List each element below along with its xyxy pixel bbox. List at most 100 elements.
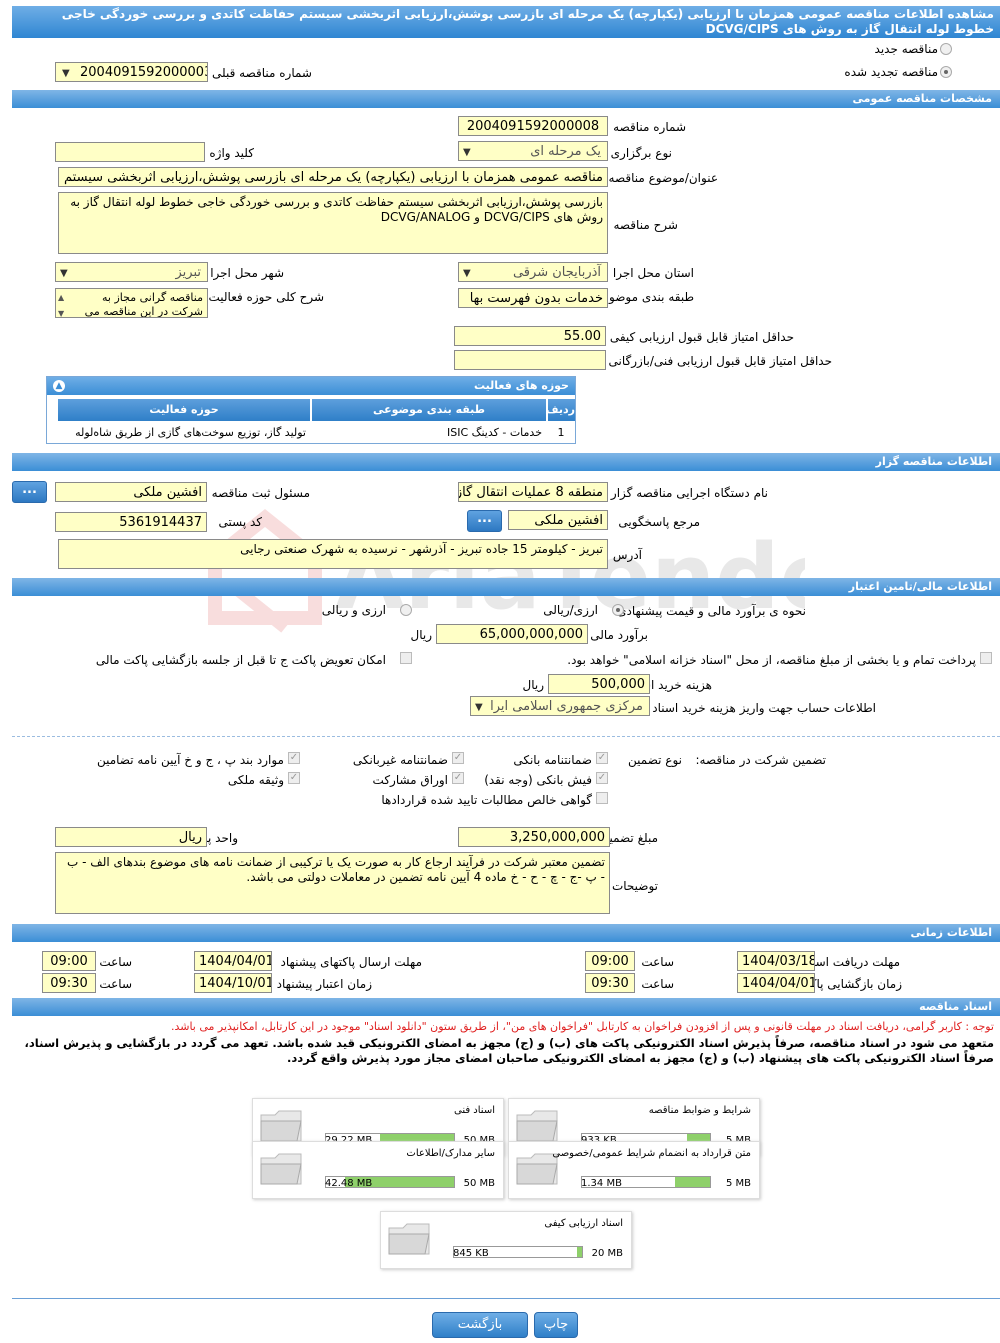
- min-tech-field[interactable]: [454, 350, 606, 370]
- activity-grid: حوزه های فعالیت ▲ ردیف طبقه بندی موضوعی …: [46, 376, 576, 444]
- finance-section-header: اطلاعات مالی/تامین اعتبار: [12, 578, 1000, 596]
- doc-fee-unit: ریال: [522, 678, 544, 692]
- province-label: استان محل اجرا: [612, 266, 694, 280]
- min-tech-label: حداقل امتیاز قابل قبول ارزیابی فنی/بازرگ…: [608, 354, 832, 368]
- guarantee-opt-claims-checkbox[interactable]: [596, 792, 608, 804]
- treasury-label: پرداخت تمام و یا بخشی از مبلغ مناقصه، از…: [567, 653, 976, 667]
- envelope-swap-label: امکان تعویض پاکت ج تا قبل از جلسه بازگشا…: [95, 653, 386, 667]
- account-select[interactable]: ▼ مرکزی جمهوری اسلامی ایرا: [470, 696, 650, 716]
- guarantee-opt-property-checkbox[interactable]: ✓: [288, 772, 300, 784]
- chevron-down-icon: ▼: [60, 268, 68, 279]
- open-time-field[interactable]: 09:30: [585, 973, 635, 993]
- scroll-down-icon[interactable]: ▼: [58, 307, 64, 317]
- chevron-down-icon: ▼: [475, 702, 483, 713]
- document-progress-fill: [577, 1247, 582, 1257]
- reference-field[interactable]: افشین ملکی: [508, 510, 608, 530]
- validity-date-field[interactable]: 1404/10/01: [194, 973, 272, 993]
- province-select[interactable]: ▼ آذربایجان شرقی: [458, 262, 608, 282]
- kind-label: نوع برگزاری: [610, 146, 672, 160]
- guarantee-opt-cash-checkbox[interactable]: ✓: [596, 772, 608, 784]
- tender-number-label: شماره مناقصه: [613, 120, 686, 134]
- back-button[interactable]: بازگشت: [432, 1312, 528, 1338]
- validity-time-field[interactable]: 09:30: [42, 973, 96, 993]
- send-date-field[interactable]: 1404/04/01: [194, 951, 272, 971]
- prev-number-select[interactable]: ▼ 2004091592000003: [55, 62, 208, 82]
- guarantee-opt-cash-label: فیش بانکی (وجه نقد): [484, 773, 592, 787]
- treasury-checkbox[interactable]: [980, 652, 992, 664]
- registrar-field[interactable]: افشین ملکی: [55, 482, 207, 502]
- document-card[interactable]: متن قرارداد به انضمام شرایط عمومی/خصوصی 5…: [508, 1141, 760, 1199]
- desc-field[interactable]: بازرسی پوشش،ارزیابی اثربخشی سیستم حفاظت …: [58, 192, 608, 254]
- reference-lookup-button[interactable]: ...: [467, 510, 502, 532]
- activity-desc-field[interactable]: مناقصه گرانی مجاز به شرکت در این مناقصه …: [55, 288, 208, 318]
- activity-desc-label: شرح کلی حوزه فعالیت: [208, 290, 325, 304]
- document-max-size: 20 MB: [591, 1248, 623, 1259]
- doc-receive-time-field[interactable]: 09:00: [585, 951, 635, 971]
- general-section-header: مشخصات مناقصه عمومی: [12, 90, 1000, 108]
- notes-label: توضیحات: [611, 879, 658, 893]
- guarantee-opt-bonds-checkbox[interactable]: ✓: [452, 772, 464, 784]
- renewed-tender-radio[interactable]: [940, 66, 952, 78]
- subject-label: عنوان/موضوع مناقصه: [608, 171, 718, 185]
- category-field[interactable]: خدمات بدون فهرست بها: [458, 288, 608, 308]
- account-label: اطلاعات حساب جهت واریز هزینه خرید اسناد: [652, 701, 876, 715]
- cell-category: خدمات - کدینگ ISIC: [446, 426, 542, 439]
- reference-label: مرجع پاسخگویی: [618, 515, 700, 529]
- document-title: اسناد ارزیابی کیفی: [544, 1218, 623, 1229]
- timing-section-header: اطلاعات زمانی: [12, 924, 1000, 942]
- registrar-lookup-button[interactable]: ...: [12, 481, 47, 503]
- chevron-down-icon: ▼: [62, 68, 70, 79]
- send-time-field[interactable]: 09:00: [42, 951, 96, 971]
- guarantee-opt-clause-checkbox[interactable]: ✓: [288, 752, 300, 764]
- tender-number-field[interactable]: 2004091592000008: [458, 116, 608, 136]
- col-activity: حوزه فعالیت: [57, 399, 310, 421]
- estimate-unit: ریال: [410, 628, 432, 642]
- folder-icon: [260, 1110, 302, 1142]
- guarantee-company-label: تضمین شرکت در مناقصه:: [695, 753, 826, 767]
- address-field[interactable]: تبریز - کیلومتر 15 جاده تبریز - آذرشهر -…: [58, 539, 608, 569]
- desc-label: شرح مناقصه: [613, 218, 678, 232]
- kind-select[interactable]: ▼ یک مرحله ای: [458, 141, 608, 161]
- org-field[interactable]: منطقه 8 عملیات انتقال گاز ایران: [458, 482, 608, 502]
- send-label: مهلت ارسال پاکتهای پیشنهاد: [280, 955, 422, 969]
- doc-receive-date-field[interactable]: 1404/03/18: [737, 951, 815, 971]
- guarantee-amount-field[interactable]: 3,250,000,000: [458, 827, 610, 847]
- guarantee-opt-nonbank-checkbox[interactable]: ✓: [452, 752, 464, 764]
- validity-label: زمان اعتبار پیشنهاد: [276, 977, 372, 991]
- postal-field[interactable]: 5361914437: [55, 512, 207, 532]
- min-quality-label: حداقل امتیاز قابل قبول ارزیابی کیفی: [609, 330, 794, 344]
- estimate-opt1-radio[interactable]: [612, 604, 624, 616]
- keyword-field[interactable]: [55, 142, 205, 162]
- estimate-method-label: نحوه ی برآورد مالی و قیمت پیشنهادی: [617, 604, 806, 618]
- document-card[interactable]: سایر مدارک/اطلاعات 50 MB 42.48 MB: [252, 1141, 504, 1199]
- chevron-down-icon: ▼: [463, 147, 471, 158]
- page-title: مشاهده اطلاعات مناقصه عمومی همزمان با ار…: [12, 6, 1000, 38]
- doc-fee-field[interactable]: 500,000: [548, 674, 650, 694]
- estimate-opt1-label: ارزی/ریالی: [543, 603, 598, 617]
- document-title: سایر مدارک/اطلاعات: [406, 1148, 495, 1159]
- keyword-label: کلید واژه: [209, 146, 254, 160]
- open-date-field[interactable]: 1404/04/01: [737, 973, 815, 993]
- envelope-swap-checkbox[interactable]: [400, 652, 412, 664]
- subject-field[interactable]: مناقصه عمومی همزمان با ارزیابی (یکپارچه)…: [58, 167, 608, 187]
- scroll-up-icon[interactable]: ▲: [58, 291, 64, 305]
- currency-field[interactable]: ریال: [55, 827, 207, 847]
- notes-field[interactable]: تضمین معتبر شرکت در فرآیند ارجاع کار به …: [55, 852, 610, 914]
- guarantee-opt-bank-checkbox[interactable]: ✓: [596, 752, 608, 764]
- estimate-opt2-radio[interactable]: [400, 604, 412, 616]
- documents-commitment: متعهد می شود در اسناد مناقصه، صرفاً پذیر…: [24, 1036, 994, 1065]
- new-tender-radio[interactable]: [940, 43, 952, 55]
- print-button[interactable]: چاپ: [534, 1312, 578, 1338]
- city-select[interactable]: ▼ تبریز: [55, 262, 208, 282]
- organizer-section-header: اطلاعات مناقصه گزار: [12, 453, 1000, 471]
- guarantee-opt-claims-label: گواهی خالص مطالبات تایید شده قراردادها: [381, 793, 592, 807]
- send-time-label: ساعت: [99, 955, 132, 969]
- col-row: ردیف: [546, 399, 575, 421]
- guarantee-opt-nonbank-label: ضمانتنامه غیربانکی: [352, 753, 448, 767]
- estimate-field[interactable]: 65,000,000,000: [436, 624, 588, 644]
- document-card[interactable]: اسناد ارزیابی کیفی 20 MB 845 KB: [380, 1211, 632, 1269]
- collapse-icon[interactable]: ▲: [53, 380, 65, 392]
- min-quality-field[interactable]: 55.00: [454, 326, 606, 346]
- guarantee-type-label: نوع تضمین: [628, 753, 682, 767]
- open-time-label: ساعت: [641, 977, 674, 991]
